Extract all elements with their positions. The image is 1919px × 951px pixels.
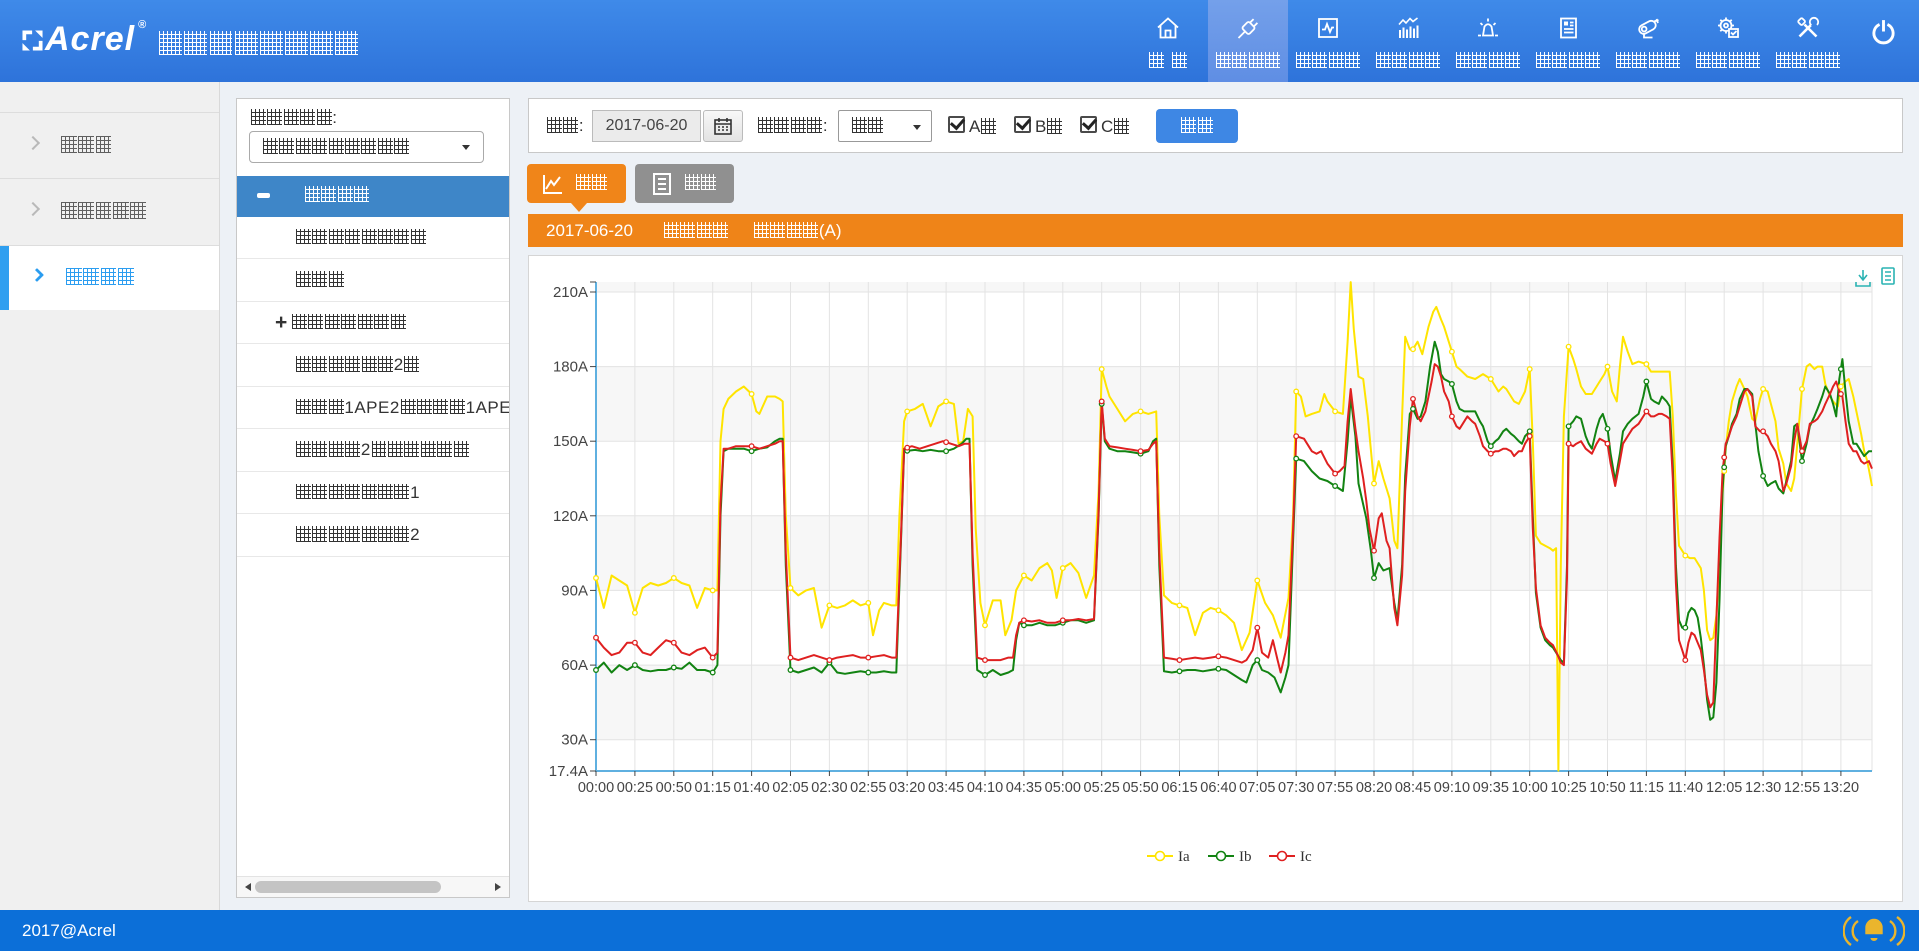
svg-text:05:50: 05:50 — [1122, 780, 1158, 796]
svg-text:30A: 30A — [561, 732, 588, 749]
svg-text:03:45: 03:45 — [928, 780, 964, 796]
svg-text:04:35: 04:35 — [1006, 780, 1042, 796]
svg-text:10:00: 10:00 — [1512, 780, 1548, 796]
svg-text:06:40: 06:40 — [1200, 780, 1236, 796]
svg-text:17.4A: 17.4A — [549, 763, 588, 780]
svg-text:02:05: 02:05 — [772, 780, 808, 796]
svg-text:05:25: 05:25 — [1084, 780, 1120, 796]
svg-text:150A: 150A — [553, 433, 588, 450]
svg-text:08:20: 08:20 — [1356, 780, 1392, 796]
svg-text:07:05: 07:05 — [1239, 780, 1275, 796]
svg-text:12:05: 12:05 — [1706, 780, 1742, 796]
svg-text:12:30: 12:30 — [1745, 780, 1781, 796]
svg-text:90A: 90A — [561, 582, 588, 599]
svg-text:11:15: 11:15 — [1629, 780, 1664, 796]
svg-text:04:10: 04:10 — [967, 780, 1003, 796]
svg-text:03:20: 03:20 — [889, 780, 925, 796]
svg-text:00:50: 00:50 — [656, 780, 692, 796]
svg-text:02:55: 02:55 — [850, 780, 886, 796]
svg-text:08:45: 08:45 — [1395, 780, 1431, 796]
svg-text:01:15: 01:15 — [695, 780, 731, 796]
svg-text:07:30: 07:30 — [1278, 780, 1314, 796]
svg-text:Ib: Ib — [1239, 849, 1252, 865]
svg-text:07:55: 07:55 — [1317, 780, 1353, 796]
svg-text:210A: 210A — [553, 284, 588, 301]
svg-text:09:35: 09:35 — [1473, 780, 1509, 796]
svg-text:05:00: 05:00 — [1045, 780, 1081, 796]
svg-text:10:50: 10:50 — [1589, 780, 1625, 796]
svg-text:Ia: Ia — [1178, 849, 1190, 865]
svg-text:11:40: 11:40 — [1668, 780, 1703, 796]
svg-text:10:25: 10:25 — [1550, 780, 1586, 796]
svg-text:12:55: 12:55 — [1784, 780, 1820, 796]
svg-text:02:30: 02:30 — [811, 780, 847, 796]
svg-text:13:20: 13:20 — [1823, 780, 1859, 796]
svg-text:180A: 180A — [553, 359, 588, 376]
svg-text:06:15: 06:15 — [1161, 780, 1197, 796]
svg-text:09:10: 09:10 — [1434, 780, 1470, 796]
svg-text:60A: 60A — [561, 657, 588, 674]
svg-text:120A: 120A — [553, 508, 588, 525]
svg-text:Ic: Ic — [1300, 849, 1312, 865]
svg-text:00:00: 00:00 — [578, 780, 614, 796]
svg-text:00:25: 00:25 — [617, 780, 653, 796]
svg-text:01:40: 01:40 — [733, 780, 769, 796]
